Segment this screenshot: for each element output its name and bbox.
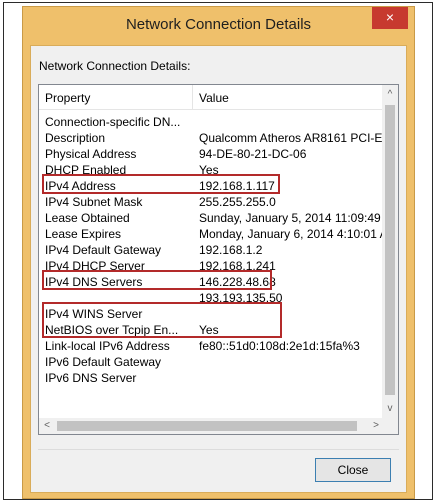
value-cell: 255.255.255.0 [199, 195, 276, 209]
dialog-body: Network Connection Details: Property Val… [30, 45, 407, 493]
value-cell: 192.168.1.241 [199, 259, 276, 273]
table-row[interactable]: DHCP Enabled Yes [39, 162, 384, 178]
property-cell: Lease Obtained [45, 211, 130, 225]
title-bar[interactable]: Network Connection Details × [23, 7, 414, 44]
property-cell: IPv6 DNS Server [45, 371, 137, 385]
value-cell: fe80::51d0:108d:2e1d:15fa%3 [199, 339, 360, 353]
column-divider[interactable] [192, 85, 193, 109]
value-cell: 146.228.48.68 [199, 275, 276, 289]
details-caption: Network Connection Details: [39, 59, 191, 73]
column-header-value[interactable]: Value [199, 91, 229, 105]
table-row[interactable]: Description Qualcomm Atheros AR8161 PCI-E… [39, 130, 384, 146]
property-cell: IPv4 Address [45, 179, 116, 193]
window-title: Network Connection Details [125, 16, 312, 33]
property-cell: NetBIOS over Tcpip En... [45, 323, 179, 337]
details-list[interactable]: Property Value Connection-specific DN...… [38, 84, 399, 435]
vertical-scrollbar[interactable]: ^ v [382, 85, 398, 418]
property-cell: IPv6 Default Gateway [45, 355, 162, 369]
column-header-property[interactable]: Property [45, 91, 90, 105]
table-row[interactable]: Link-local IPv6 Address fe80::51d0:108d:2… [39, 338, 384, 354]
dialog-window: Network Connection Details × Network Con… [22, 6, 415, 499]
list-header: Property Value [39, 85, 384, 110]
property-cell: IPv4 Default Gateway [45, 243, 162, 257]
property-cell: IPv4 DNS Servers [45, 275, 143, 289]
property-cell: DHCP Enabled [45, 163, 127, 177]
horizontal-scrollbar[interactable]: < > [39, 418, 384, 434]
property-cell: IPv4 Subnet Mask [45, 195, 143, 209]
table-row[interactable]: 193.193.135.50 [39, 290, 384, 306]
value-cell: 192.168.1.117 [199, 179, 275, 193]
property-cell: IPv4 DHCP Server [45, 259, 145, 273]
value-cell: 193.193.135.50 [199, 291, 283, 305]
table-row[interactable]: NetBIOS over Tcpip En... Yes [39, 322, 384, 338]
table-row[interactable]: IPv4 Subnet Mask 255.255.255.0 [39, 194, 384, 210]
horizontal-scroll-thumb[interactable] [57, 421, 357, 431]
table-row[interactable]: IPv6 DNS Server [39, 370, 384, 386]
scroll-left-icon[interactable]: < [39, 420, 55, 431]
table-row[interactable]: Physical Address 94-DE-80-21-DC-06 [39, 146, 384, 162]
table-row[interactable]: IPv4 DHCP Server 192.168.1.241 [39, 258, 384, 274]
close-button[interactable]: Close [315, 458, 391, 482]
table-row[interactable]: IPv4 WINS Server [39, 306, 384, 322]
value-cell: 192.168.1.2 [199, 243, 263, 257]
table-row[interactable]: IPv4 Address 192.168.1.117 [39, 178, 384, 194]
table-row[interactable]: Lease Obtained Sunday, January 5, 2014 11… [39, 210, 384, 226]
scroll-up-icon[interactable]: ^ [382, 89, 398, 100]
value-cell: Yes [199, 323, 219, 337]
scroll-down-icon[interactable]: v [382, 403, 398, 414]
value-cell: Monday, January 6, 2014 4:10:01 AM [199, 227, 384, 241]
value-cell: 94-DE-80-21-DC-06 [199, 147, 307, 161]
list-rows: Connection-specific DN... Description Qual… [39, 114, 384, 386]
table-row[interactable]: Lease Expires Monday, January 6, 2014 4:1… [39, 226, 384, 242]
table-row[interactable]: IPv4 Default Gateway 192.168.1.2 [39, 242, 384, 258]
close-icon[interactable]: × [372, 7, 408, 29]
table-row[interactable]: IPv6 Default Gateway [39, 354, 384, 370]
value-cell: Yes [199, 163, 219, 177]
property-cell: Description [45, 131, 106, 145]
value-cell: Qualcomm Atheros AR8161 PCI-E Gig [199, 131, 384, 145]
property-cell: Lease Expires [45, 227, 122, 241]
table-row[interactable]: IPv4 DNS Servers 146.228.48.68 [39, 274, 384, 290]
property-cell: Link-local IPv6 Address [45, 339, 170, 353]
property-cell: IPv4 WINS Server [45, 307, 143, 321]
vertical-scroll-thumb[interactable] [385, 105, 395, 395]
scrollbar-corner [382, 418, 398, 434]
table-row[interactable]: Connection-specific DN... [39, 114, 384, 130]
value-cell: Sunday, January 5, 2014 11:09:49 PM [199, 211, 384, 225]
property-cell: Connection-specific DN... [45, 115, 181, 129]
separator-line [38, 449, 399, 450]
property-cell: Physical Address [45, 147, 137, 161]
